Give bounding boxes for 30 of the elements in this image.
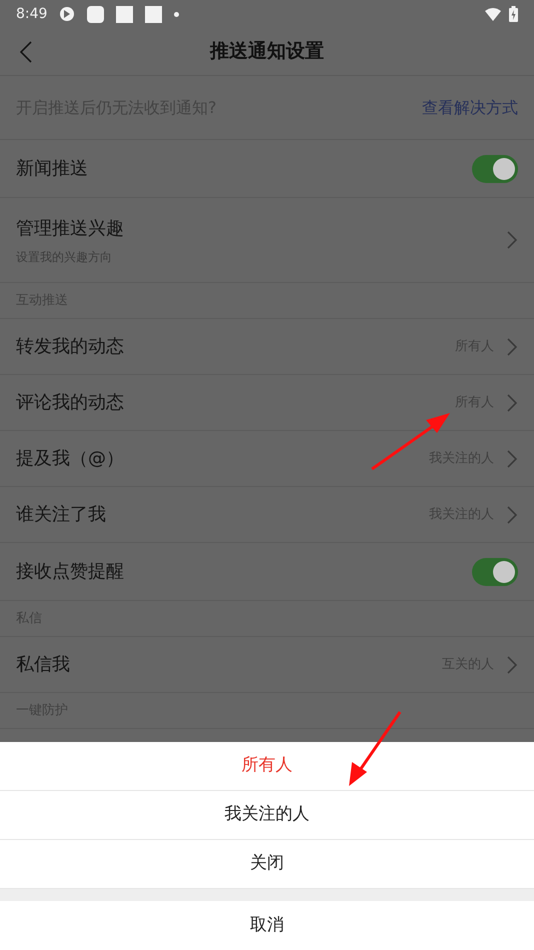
sheet-option[interactable]: 我关注的人 (0, 791, 534, 840)
battery-icon (509, 6, 518, 22)
app-notification-icon (145, 6, 162, 22)
chevron-right-icon (506, 504, 518, 524)
cancel-button[interactable]: 取消 (0, 901, 534, 950)
setting-label: 新闻推送 (16, 157, 88, 181)
setting-label: 管理推送兴趣 (16, 216, 124, 240)
setting-label: 接收点赞提醒 (16, 560, 124, 584)
chevron-right-icon (506, 654, 518, 674)
sheet-option[interactable]: 所有人 (0, 742, 534, 791)
setting-label: 私信我 (16, 653, 70, 677)
toggle-switch[interactable] (472, 558, 518, 586)
chevron-right-icon (506, 336, 518, 356)
solution-link[interactable]: 查看解决方式 (422, 96, 518, 120)
setting-label: 谁关注了我 (16, 503, 106, 527)
app-notification-icon (87, 6, 104, 22)
toggle-switch[interactable] (472, 154, 518, 182)
wifi-icon (485, 8, 501, 20)
status-time: 8:49 (16, 4, 48, 24)
chevron-right-icon (506, 448, 518, 468)
sheet-option[interactable]: 关闭 (0, 840, 534, 889)
chevron-right-icon (506, 392, 518, 412)
chevron-right-icon (506, 230, 518, 250)
setting-label: 提及我（@） (16, 447, 124, 471)
setting-label: 评论我的动态 (16, 391, 124, 415)
page-title: 推送通知设置 (210, 39, 324, 64)
back-icon[interactable] (20, 41, 32, 63)
dot-icon (174, 12, 180, 16)
app-notification-icon (116, 6, 134, 22)
setting-label: 转发我的动态 (16, 335, 124, 359)
